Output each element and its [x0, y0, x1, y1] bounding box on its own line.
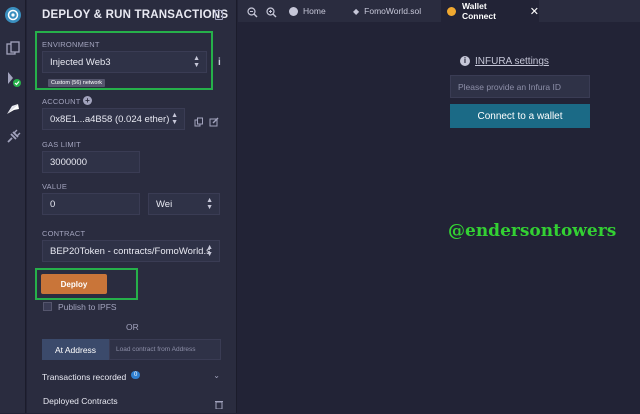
load-contract-placeholder: Load contract from Address	[116, 346, 196, 353]
contract-select[interactable]: BEP20Token - contracts/FomoWorld.s ▲ ▼	[42, 240, 220, 262]
wallet-connect-icon	[447, 6, 456, 16]
home-tab-icon	[289, 6, 298, 16]
publish-ipfs-checkbox[interactable]	[43, 302, 52, 311]
infura-settings-link[interactable]: INFURA settings	[475, 56, 549, 67]
main-area: Home ◆ FomoWorld.sol Wallet Connect ✕ i …	[238, 0, 640, 413]
account-label: ACCOUNT	[42, 97, 81, 106]
deployed-contracts-label: Deployed Contracts	[43, 396, 118, 406]
deploy-run-icon[interactable]	[4, 100, 22, 118]
file-explorer-icon[interactable]	[4, 40, 22, 58]
watermark-text: @endersontowers	[448, 221, 617, 241]
tab-wallet-connect-label: Wallet Connect	[461, 1, 496, 21]
tab-fomoworld-label: FomoWorld.sol	[364, 6, 422, 16]
value-unit-select[interactable]: Wei ▲ ▼	[148, 193, 220, 215]
load-contract-input[interactable]: Load contract from Address	[109, 339, 221, 360]
remix-logo-icon[interactable]	[4, 6, 22, 24]
tab-home[interactable]: Home	[289, 0, 341, 22]
add-account-icon[interactable]: +	[83, 96, 92, 105]
contract-label: CONTRACT	[42, 229, 86, 238]
publish-ipfs-label: Publish to IPFS	[58, 302, 117, 312]
edit-icon[interactable]	[209, 114, 219, 132]
value-input[interactable]: 0	[42, 193, 140, 215]
transactions-recorded-row[interactable]: Transactions recorded 0 ⌄	[42, 369, 226, 385]
zoom-out-icon[interactable]	[247, 5, 258, 23]
deploy-button[interactable]: Deploy	[41, 274, 107, 294]
solidity-compiler-icon[interactable]	[4, 70, 22, 88]
infura-info-icon: i	[460, 56, 470, 66]
at-address-button[interactable]: At Address	[42, 339, 109, 360]
icon-sidebar	[0, 0, 26, 413]
value-label: VALUE	[42, 182, 68, 191]
info-icon[interactable]: i	[218, 57, 221, 68]
contract-value: BEP20Token - contracts/FomoWorld.s	[50, 245, 210, 257]
deploy-run-panel: DEPLOY & RUN TRANSACTIONS ENVIRONMENT In…	[27, 0, 237, 413]
solidity-file-icon: ◆	[353, 6, 360, 16]
chevron-updown-icon: ▲ ▼	[206, 197, 213, 211]
infura-id-placeholder: Please provide an Infura ID	[458, 81, 562, 92]
value-unit: Wei	[156, 198, 173, 210]
environment-select[interactable]: Injected Web3 ▲ ▼	[42, 51, 207, 73]
chevron-updown-icon: ▲ ▼	[206, 244, 213, 258]
network-badge: Custom (56) network	[48, 79, 106, 87]
copy-icon[interactable]	[194, 114, 204, 132]
account-select[interactable]: 0x8E1...a4B58 (0.024 ether) ▲ ▼	[42, 108, 185, 130]
zoom-in-icon[interactable]	[266, 5, 277, 23]
tab-home-label: Home	[303, 6, 326, 16]
transactions-recorded-label: Transactions recorded	[42, 372, 127, 382]
gas-limit-input[interactable]: 3000000	[42, 151, 140, 173]
tab-bar: Home ◆ FomoWorld.sol Wallet Connect ✕	[238, 0, 640, 22]
chevron-updown-icon: ▲ ▼	[193, 55, 200, 69]
gas-limit-label: GAS LIMIT	[42, 140, 81, 149]
tab-fomoworld-sol[interactable]: ◆ FomoWorld.sol	[353, 0, 433, 22]
tab-wallet-connect[interactable]: Wallet Connect ✕	[441, 0, 539, 22]
trash-icon[interactable]	[215, 396, 223, 414]
panel-title: DEPLOY & RUN TRANSACTIONS	[42, 9, 229, 21]
environment-label: ENVIRONMENT	[42, 40, 100, 49]
connect-wallet-button[interactable]: Connect to a wallet	[450, 104, 590, 128]
environment-value: Injected Web3	[50, 56, 111, 68]
chevron-down-icon: ⌄	[213, 371, 220, 380]
chevron-updown-icon: ▲ ▼	[171, 112, 178, 126]
transactions-count-badge: 0	[131, 371, 141, 379]
plugin-manager-icon[interactable]	[4, 128, 22, 146]
close-icon[interactable]: ✕	[530, 5, 539, 18]
account-value: 0x8E1...a4B58 (0.024 ether)	[50, 113, 170, 125]
or-separator: OR	[126, 322, 139, 332]
infura-id-input[interactable]: Please provide an Infura ID	[450, 75, 590, 98]
documentation-icon[interactable]	[215, 10, 223, 20]
